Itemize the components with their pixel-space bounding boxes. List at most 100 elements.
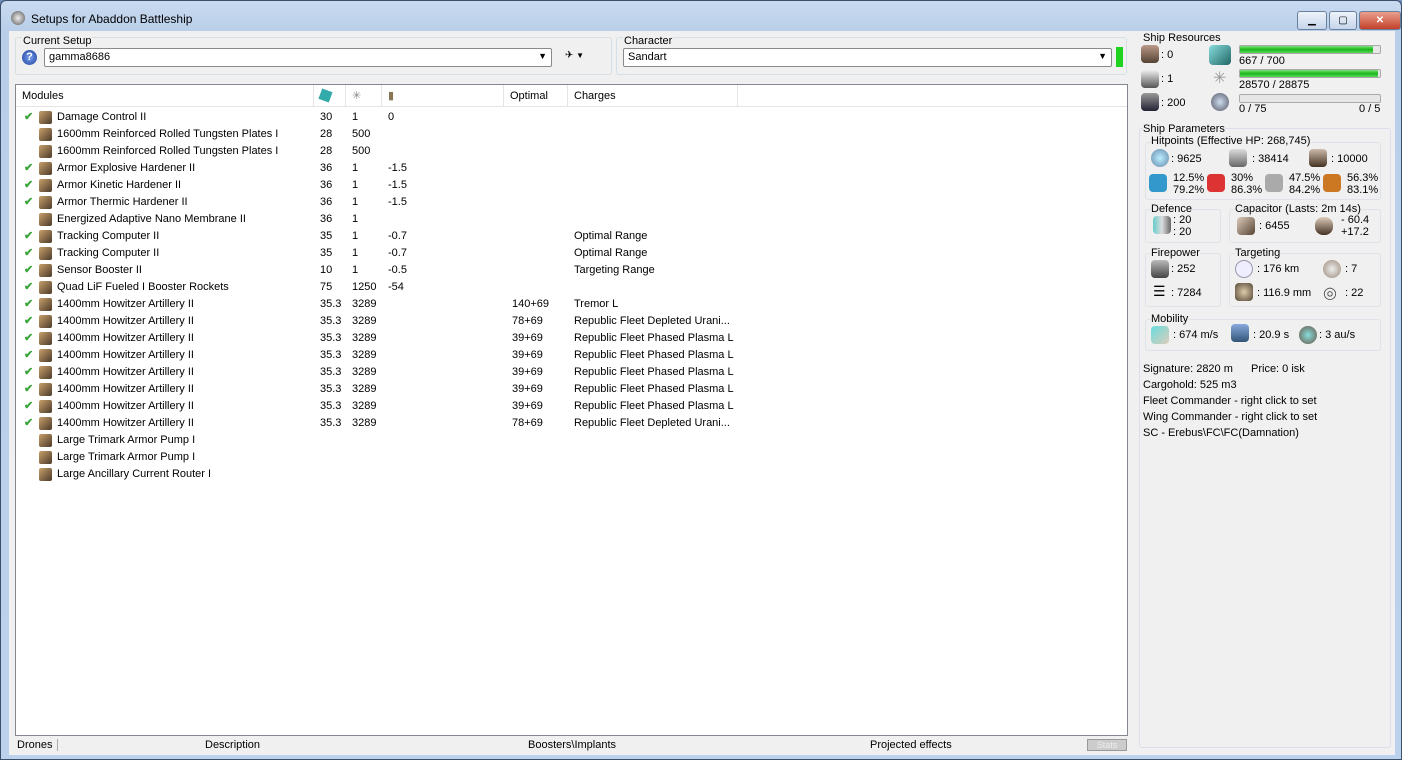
resist-icon-0: [1149, 174, 1167, 192]
module-row[interactable]: ✔ 1400mm Howitzer Artillery II 35.3 3289 39+…: [16, 381, 1127, 398]
online-check-icon: ✔: [24, 111, 34, 123]
resist-icon-2: [1265, 174, 1283, 192]
tab-description[interactable]: Description: [205, 737, 260, 753]
module-powergrid: 3289: [352, 332, 377, 344]
module-powergrid: 3289: [352, 315, 377, 327]
help-icon[interactable]: ?: [22, 50, 37, 65]
module-cpu: 30: [320, 111, 333, 123]
online-check-icon: ✔: [24, 196, 34, 208]
module-row[interactable]: Large Trimark Armor Pump I: [16, 432, 1127, 449]
turret-slots: : 0: [1161, 49, 1174, 61]
modules-list[interactable]: Modules ✳ ▮ Optimal Charges ✔ Damage Cont…: [15, 84, 1128, 736]
ship-menu-button[interactable]: ✈ ▼: [565, 50, 584, 61]
module-name: 1600mm Reinforced Rolled Tungsten Plates…: [57, 128, 279, 140]
module-icon: [39, 247, 52, 260]
module-powergrid: 1: [352, 179, 359, 191]
col-capacitor[interactable]: ▮: [382, 85, 504, 107]
armor-resist: 86.3%: [1231, 184, 1263, 196]
col-powergrid[interactable]: ✳: [346, 85, 382, 107]
module-charge: Republic Fleet Depleted Urani...: [574, 315, 730, 327]
module-name: 1400mm Howitzer Artillery II: [57, 315, 194, 327]
module-optimal: 78+69: [512, 417, 543, 429]
module-name: Large Trimark Armor Pump I: [57, 434, 196, 446]
module-icon: [39, 451, 52, 464]
online-check-icon: ✔: [24, 162, 34, 174]
wing-commander[interactable]: Wing Commander - right click to set: [1143, 411, 1317, 423]
module-charge: Tremor L: [574, 298, 619, 310]
module-row[interactable]: ✔ Sensor Booster II 10 1 -0.5 Targeting Range: [16, 262, 1127, 279]
character-select[interactable]: Sandart ▼: [623, 48, 1112, 67]
col-charges[interactable]: Charges: [568, 85, 738, 107]
module-powergrid: 1: [352, 230, 359, 242]
window-title: Setups for Abaddon Battleship: [31, 12, 193, 26]
module-row[interactable]: ✔ 1400mm Howitzer Artillery II 35.3 3289 78+…: [16, 415, 1127, 432]
price: Price: 0 isk: [1251, 363, 1305, 375]
maximize-button[interactable]: ▢: [1329, 11, 1357, 30]
module-capacitor: 0: [388, 111, 395, 123]
stats-button[interactable]: Stats: [1087, 739, 1127, 751]
col-optimal[interactable]: Optimal: [504, 85, 568, 107]
module-name: 1400mm Howitzer Artillery II: [57, 400, 194, 412]
drone-bandwidth-value: 0 / 75: [1239, 103, 1267, 115]
module-row[interactable]: 1600mm Reinforced Rolled Tungsten Plates…: [16, 143, 1127, 160]
online-check-icon: ✔: [24, 179, 34, 191]
module-row[interactable]: ✔ Tracking Computer II 35 1 -0.7 Optimal Rang…: [16, 228, 1127, 245]
module-cpu: 75: [320, 281, 333, 293]
module-cpu: 36: [320, 162, 333, 174]
targeting-range-icon: [1235, 260, 1253, 278]
module-name: 1400mm Howitzer Artillery II: [57, 298, 194, 310]
module-row[interactable]: ✔ 1400mm Howitzer Artillery II 35.3 3289 39+…: [16, 330, 1127, 347]
module-row[interactable]: ✔ 1400mm Howitzer Artillery II 35.3 3289 78+…: [16, 313, 1127, 330]
close-button[interactable]: ✕: [1359, 11, 1401, 30]
chevron-down-icon: ▼: [538, 51, 547, 61]
shield-icon: [1151, 149, 1169, 167]
module-row[interactable]: Large Trimark Armor Pump I: [16, 449, 1127, 466]
tab-drones[interactable]: Drones: [17, 737, 52, 753]
warp-speed-icon: [1299, 326, 1317, 344]
module-capacitor: -1.5: [388, 162, 407, 174]
setup-select[interactable]: gamma8686 ▼: [44, 48, 552, 67]
module-row[interactable]: ✔ 1400mm Howitzer Artillery II 35.3 3289 39+…: [16, 398, 1127, 415]
module-row[interactable]: 1600mm Reinforced Rolled Tungsten Plates…: [16, 126, 1127, 143]
module-icon: [39, 145, 52, 158]
squad-commander[interactable]: SC - Erebus\FC\FC(Damnation): [1143, 427, 1299, 439]
module-row[interactable]: ✔ Armor Explosive Hardener II 36 1 -1.5: [16, 160, 1127, 177]
module-row[interactable]: Large Ancillary Current Router I: [16, 466, 1127, 483]
tab-boosters-implants[interactable]: Boosters\Implants: [528, 737, 616, 753]
launcher-slots: : 1: [1161, 73, 1174, 85]
module-row[interactable]: ✔ Armor Thermic Hardener II 36 1 -1.5: [16, 194, 1127, 211]
capacitor-icon: [1237, 217, 1255, 235]
module-optimal: 78+69: [512, 315, 543, 327]
module-powergrid: 500: [352, 145, 371, 157]
mobility-label: Mobility: [1151, 313, 1189, 325]
module-row[interactable]: ✔ Quad LiF Fueled I Booster Rockets 75 1250…: [16, 279, 1127, 296]
online-check-icon: ✔: [24, 366, 34, 378]
online-check-icon: ✔: [24, 383, 34, 395]
module-row[interactable]: ✔ 1400mm Howitzer Artillery II 35.3 3289 39+…: [16, 364, 1127, 381]
module-row[interactable]: ✔ 1400mm Howitzer Artillery II 35.3 3289 140…: [16, 296, 1127, 313]
module-icon: [39, 315, 52, 328]
module-icon: [39, 162, 52, 175]
divider: [57, 739, 58, 751]
module-row[interactable]: ✔ Tracking Computer II 35 1 -0.7 Optimal Rang…: [16, 245, 1127, 262]
minimize-button[interactable]: ▁: [1297, 11, 1327, 30]
col-cpu[interactable]: [314, 85, 346, 107]
module-name: Energized Adaptive Nano Membrane II: [57, 213, 246, 225]
module-row[interactable]: ✔ Armor Kinetic Hardener II 36 1 -1.5: [16, 177, 1127, 194]
tab-projected-effects[interactable]: Projected effects: [870, 737, 952, 753]
online-check-icon: ✔: [24, 349, 34, 361]
speed-icon: [1151, 326, 1169, 344]
col-modules[interactable]: Modules: [16, 85, 314, 107]
module-icon: [39, 196, 52, 209]
module-row[interactable]: ✔ Damage Control II 30 1 0: [16, 109, 1127, 126]
module-cpu: 28: [320, 128, 333, 140]
fleet-commander[interactable]: Fleet Commander - right click to set: [1143, 395, 1317, 407]
module-icon: [39, 230, 52, 243]
module-capacitor: -1.5: [388, 179, 407, 191]
module-icon: [39, 349, 52, 362]
module-row[interactable]: Energized Adaptive Nano Membrane II 36 1: [16, 211, 1127, 228]
module-row[interactable]: ✔ 1400mm Howitzer Artillery II 35.3 3289 39+…: [16, 347, 1127, 364]
character-label: Character: [623, 35, 674, 47]
module-name: 1400mm Howitzer Artillery II: [57, 349, 194, 361]
module-charge: Republic Fleet Depleted Urani...: [574, 417, 730, 429]
